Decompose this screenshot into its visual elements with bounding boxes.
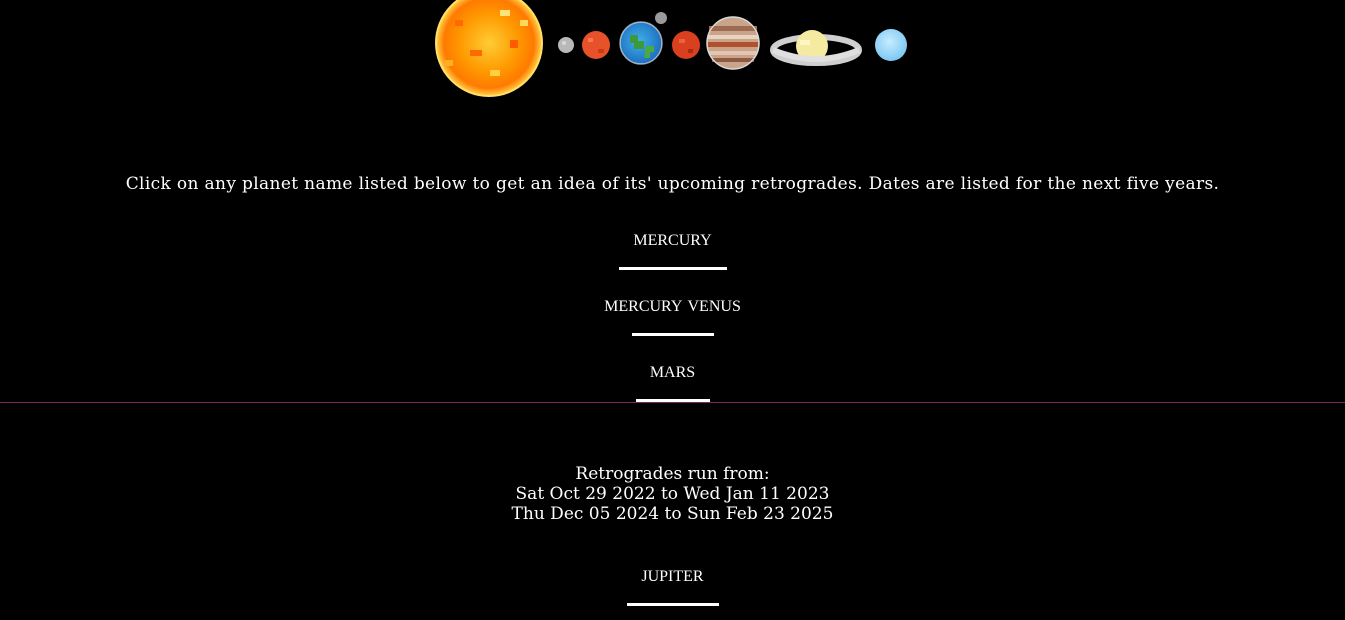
- planet-label-mercury[interactable]: MERCURY: [633, 232, 711, 250]
- mercury-icon: [582, 31, 610, 59]
- planet-underline-mercury: [618, 267, 727, 270]
- retrograde-info: Retrogrades run from: Sat Oct 29 2022 to…: [0, 464, 1345, 524]
- saturn-icon: [770, 30, 862, 66]
- planet-underline-venus: [631, 333, 714, 336]
- planets-banner: [435, 0, 907, 97]
- intro-text: Click on any planet name listed below to…: [125, 174, 1220, 194]
- retrograde-heading: Retrogrades run from:: [575, 464, 770, 484]
- planet-label-venus[interactable]: MERCURY: [604, 298, 682, 316]
- planet-link-mars[interactable]: MARS: [0, 362, 1345, 402]
- planet-label-venus-text[interactable]: VENUS: [688, 298, 741, 316]
- planet-link-mercury[interactable]: MERCURY: [0, 230, 1345, 270]
- earth-icon: [619, 12, 667, 65]
- jupiter-icon: [706, 16, 760, 70]
- moon-icon: [558, 37, 574, 53]
- page: Click on any planet name listed below to…: [0, 0, 1345, 620]
- retrograde-range-2: Thu Dec 05 2024 to Sun Feb 23 2025: [511, 504, 834, 524]
- planet-label-jupiter[interactable]: JUPITER: [641, 568, 703, 586]
- planet-label-mars[interactable]: MARS: [650, 364, 695, 382]
- sun-icon: [435, 0, 543, 97]
- retrograde-range-1: Sat Oct 29 2022 to Wed Jan 11 2023: [515, 484, 830, 504]
- planet-link-jupiter[interactable]: JUPITER: [0, 566, 1345, 606]
- planet-link-venus[interactable]: MERCURY VENUS: [0, 296, 1345, 336]
- section-divider: [0, 402, 1345, 403]
- planet-underline-jupiter: [626, 603, 719, 606]
- mars-icon: [672, 31, 700, 59]
- uranus-icon: [875, 29, 907, 61]
